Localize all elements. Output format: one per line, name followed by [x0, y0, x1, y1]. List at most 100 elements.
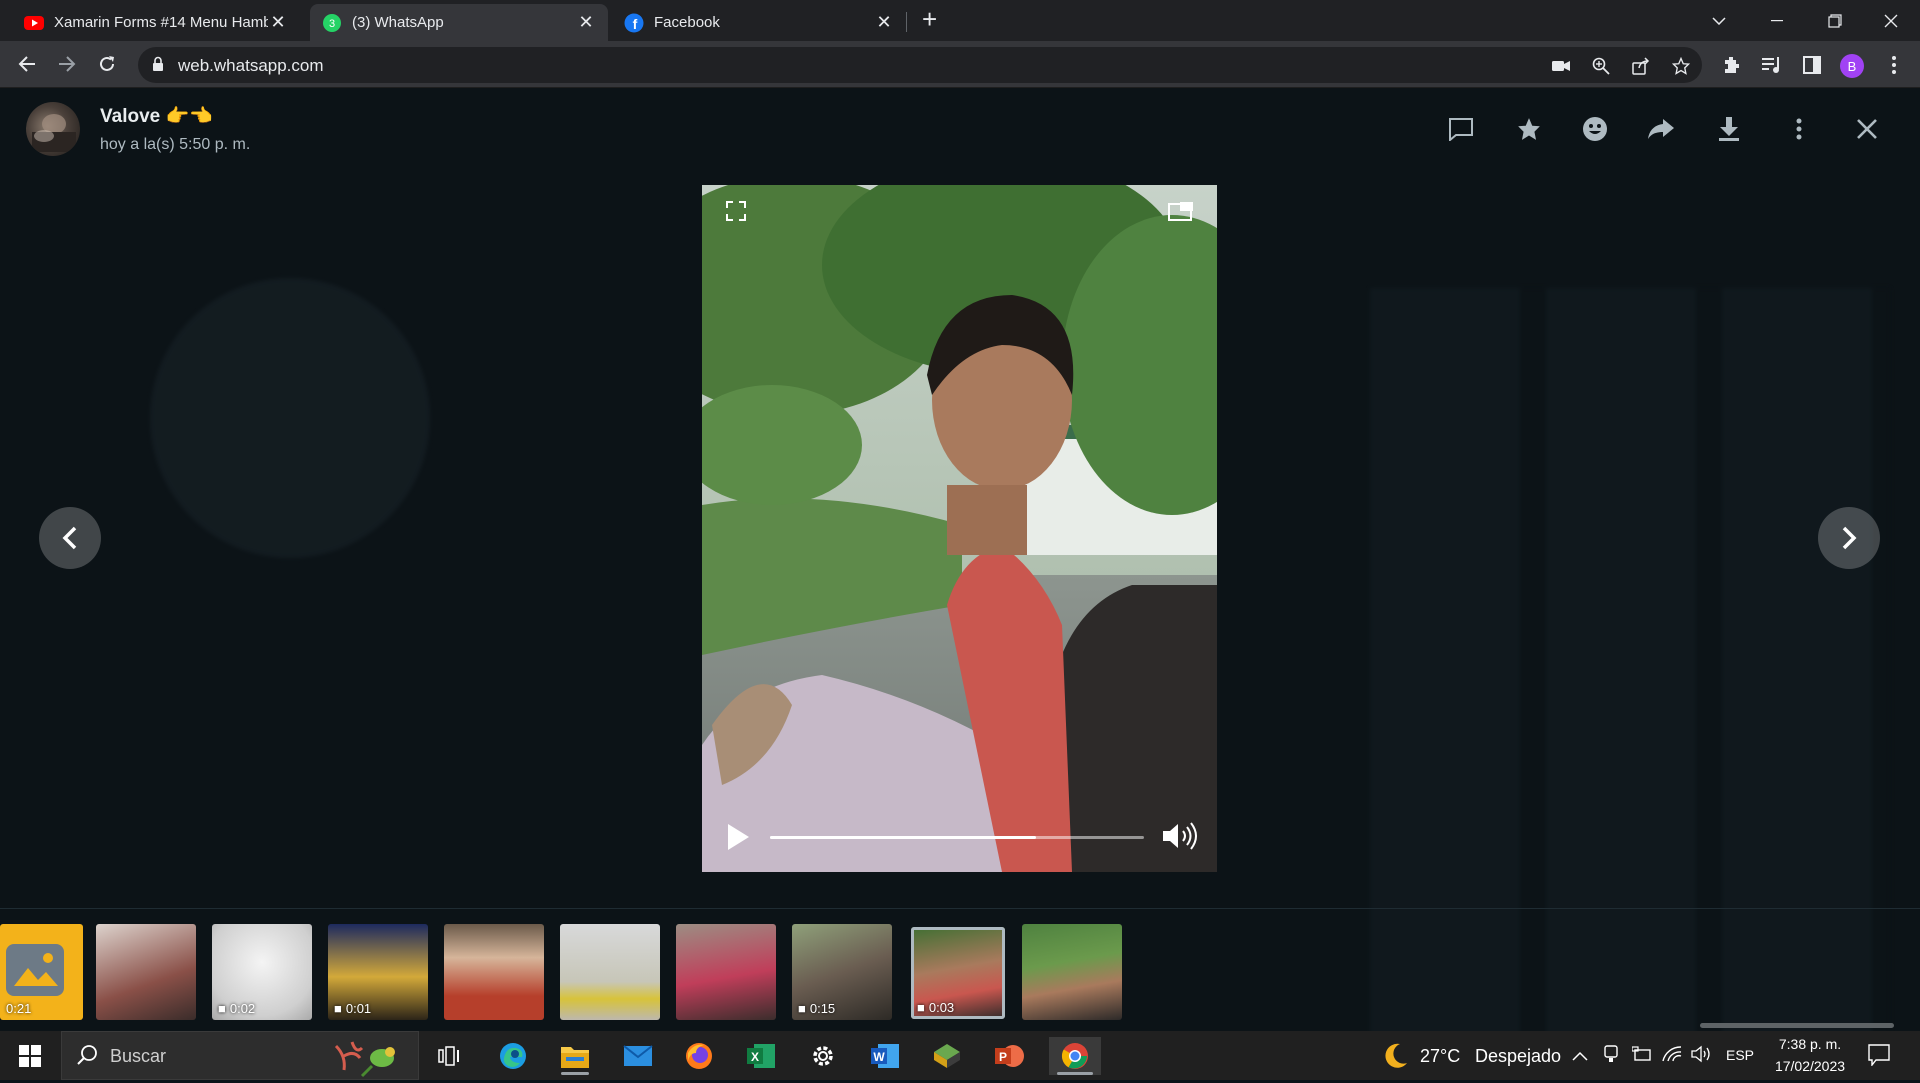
video-progress-bar[interactable]	[770, 836, 1144, 839]
chevron-up-icon[interactable]	[1572, 1048, 1588, 1066]
thumbnail-item[interactable]	[676, 924, 776, 1020]
tab-separator	[906, 12, 907, 32]
media-control-icon[interactable]	[1760, 53, 1784, 77]
media-viewer: Valove 👉👈 hoy a la(s) 5:50 p. m. 0:21 ■ …	[0, 88, 1920, 1031]
input-language[interactable]: ESP	[1726, 1047, 1754, 1063]
previous-media-button[interactable]	[39, 507, 101, 569]
mail-icon[interactable]	[616, 1037, 660, 1075]
close-icon[interactable]	[1852, 114, 1882, 144]
lock-icon[interactable]	[152, 56, 164, 77]
thumbnail-item[interactable]	[1022, 924, 1122, 1020]
speaker-icon[interactable]	[1691, 1045, 1713, 1068]
contact-avatar[interactable]	[26, 102, 80, 156]
back-icon[interactable]	[12, 49, 42, 79]
weather-description[interactable]: Despejado	[1475, 1046, 1561, 1067]
facebook-icon: f	[624, 13, 644, 33]
thumbnail-duration: 0:21	[6, 1001, 32, 1016]
powerpoint-icon[interactable]: P	[987, 1037, 1031, 1075]
thumbnail-scrollbar[interactable]	[1700, 1023, 1894, 1028]
share-icon[interactable]	[1630, 55, 1652, 77]
thumbnail-item[interactable]	[444, 924, 544, 1020]
forward-nav-icon[interactable]	[52, 49, 82, 79]
browser-tab-bar: Xamarin Forms #14 Menu Hamburguesa ✕ 3 (…	[0, 0, 1920, 41]
weather-temperature[interactable]: 27°C	[1420, 1046, 1460, 1067]
tab-title: (3) WhatsApp	[352, 14, 444, 31]
minimize-button[interactable]	[1748, 0, 1806, 41]
notification-center-icon[interactable]	[1868, 1044, 1890, 1071]
weather-moon-icon[interactable]	[1380, 1041, 1410, 1076]
thumbnail-duration: ■ 0:03	[917, 1000, 955, 1015]
close-tab-icon[interactable]: ✕	[576, 12, 596, 33]
bookmark-star-icon[interactable]	[1670, 55, 1692, 77]
play-icon[interactable]	[726, 823, 750, 856]
new-tab-button[interactable]: +	[922, 4, 937, 35]
meet-now-icon[interactable]	[1602, 1045, 1620, 1068]
whatsapp-icon: 3	[322, 13, 342, 33]
active-app-indicator	[561, 1072, 589, 1075]
thumbnail-item[interactable]	[96, 924, 196, 1020]
video-camera-icon: ■	[917, 1000, 925, 1015]
chrome-taskbar-icon[interactable]	[1049, 1037, 1101, 1075]
svg-text:f: f	[633, 16, 638, 32]
windows-start-icon[interactable]	[8, 1037, 52, 1075]
volume-icon[interactable]	[1162, 822, 1200, 855]
restore-button[interactable]	[1806, 0, 1864, 41]
svg-text:P: P	[999, 1050, 1007, 1064]
menu-icon[interactable]	[1784, 114, 1814, 144]
close-tab-icon[interactable]: ✕	[874, 12, 894, 33]
settings-gear-icon[interactable]	[801, 1037, 845, 1075]
task-view-icon[interactable]	[427, 1037, 471, 1075]
tab-whatsapp[interactable]: 3 (3) WhatsApp ✕	[310, 4, 608, 41]
wifi-icon[interactable]	[1662, 1044, 1682, 1067]
word-icon[interactable]: W	[863, 1037, 907, 1075]
contact-name[interactable]: Valove 👉👈	[100, 104, 213, 128]
address-bar[interactable]: web.whatsapp.com	[138, 47, 1702, 83]
fullscreen-icon[interactable]	[726, 201, 746, 226]
file-explorer-icon[interactable]	[553, 1037, 597, 1075]
thumbnail-item-selected[interactable]: ■ 0:03	[911, 927, 1005, 1019]
windows-taskbar: Buscar X W P 27°C Despejado ESP 7:38 p. …	[0, 1031, 1920, 1080]
thumbnail-item[interactable]: ■ 0:01	[328, 924, 428, 1020]
side-panel-icon[interactable]	[1800, 53, 1824, 77]
camera-icon[interactable]	[1550, 55, 1572, 77]
download-icon[interactable]	[1714, 114, 1744, 144]
dev-tool-icon[interactable]	[925, 1037, 969, 1075]
video-progress-fill	[770, 836, 1036, 839]
next-media-button[interactable]	[1818, 507, 1880, 569]
taskbar-search-box[interactable]: Buscar	[61, 1031, 419, 1080]
svg-text:W: W	[873, 1050, 885, 1064]
thumbnail-duration: ■ 0:01	[334, 1001, 372, 1016]
zoom-icon[interactable]	[1590, 55, 1612, 77]
star-icon[interactable]	[1514, 114, 1544, 144]
excel-icon[interactable]: X	[739, 1037, 783, 1075]
clock-date[interactable]: 17/02/2023	[1768, 1058, 1852, 1074]
extensions-icon[interactable]	[1720, 53, 1744, 77]
tab-youtube[interactable]: Xamarin Forms #14 Menu Hamburguesa ✕	[12, 4, 300, 41]
close-window-button[interactable]	[1862, 0, 1920, 41]
reply-icon[interactable]	[1446, 114, 1476, 144]
firefox-icon[interactable]	[677, 1037, 721, 1075]
thumbnail-item[interactable]: ■ 0:02	[212, 924, 312, 1020]
emoji-icon[interactable]	[1580, 114, 1610, 144]
edge-icon[interactable]	[491, 1037, 535, 1075]
reload-icon[interactable]	[92, 49, 122, 79]
video-camera-icon: ■	[798, 1001, 806, 1016]
forward-icon[interactable]	[1646, 114, 1676, 144]
search-icon	[76, 1044, 98, 1071]
chrome-menu-icon[interactable]	[1882, 53, 1906, 77]
background-profile-photo	[150, 278, 430, 558]
profile-avatar[interactable]: B	[1840, 54, 1864, 78]
thumbnail-item[interactable]: ■ 0:15	[792, 924, 892, 1020]
video-player[interactable]	[702, 185, 1217, 872]
picture-in-picture-icon[interactable]	[1168, 201, 1194, 226]
tab-search-icon[interactable]	[1690, 0, 1748, 41]
thumbnail-item[interactable]	[560, 924, 660, 1020]
tab-facebook[interactable]: f Facebook ✕	[612, 4, 906, 41]
thumbnail-duration: ■ 0:02	[218, 1001, 256, 1016]
thumbnail-item[interactable]: 0:21	[0, 924, 83, 1020]
battery-icon[interactable]	[1631, 1046, 1652, 1067]
clock-time[interactable]: 7:38 p. m.	[1772, 1036, 1848, 1052]
youtube-icon	[24, 13, 44, 33]
close-tab-icon[interactable]: ✕	[268, 12, 288, 33]
browser-toolbar: web.whatsapp.com B	[0, 41, 1920, 88]
